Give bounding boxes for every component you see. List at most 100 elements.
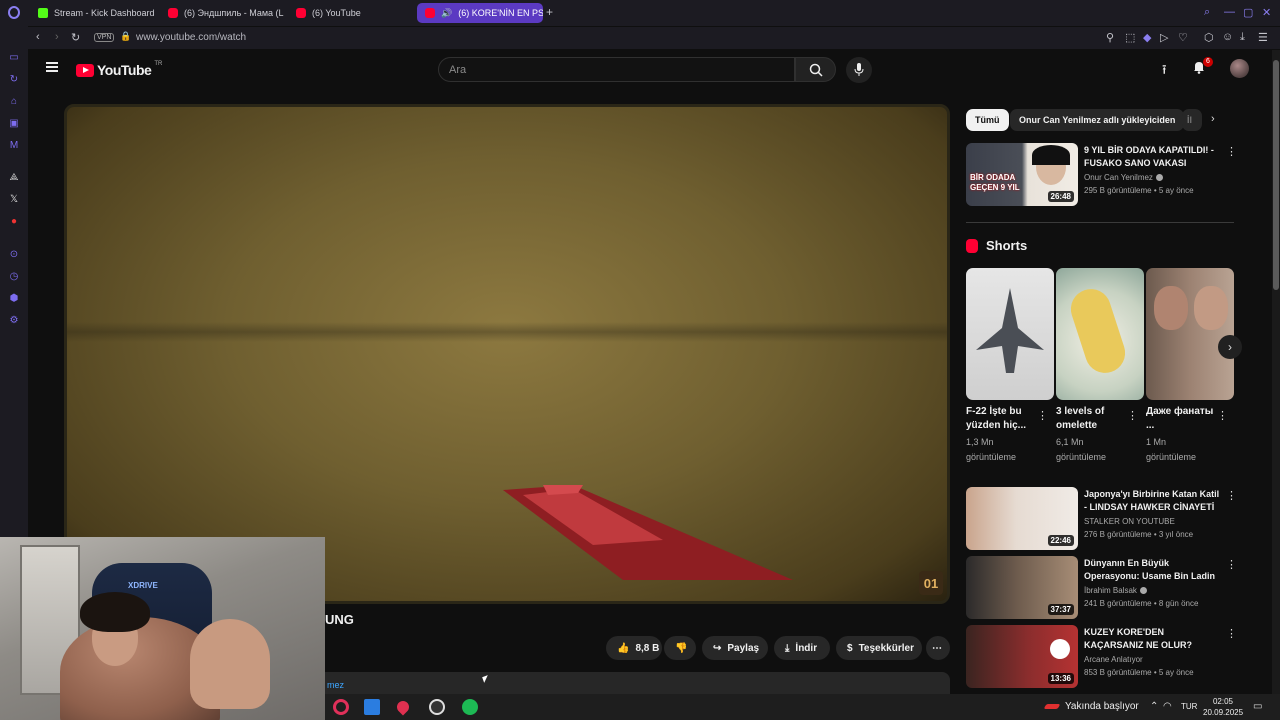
minimize-icon[interactable]: — xyxy=(1224,6,1235,18)
video-title[interactable]: KUZEY KORE'DEN KAÇARSANIZ NE OLUR? xyxy=(1084,626,1222,652)
bookmark-icon[interactable]: ⚲ xyxy=(1106,31,1114,44)
workspace-icon[interactable]: ⌂ xyxy=(8,96,20,108)
speaker-icon[interactable]: 🔊 xyxy=(441,8,452,19)
profile-icon[interactable]: ☺ xyxy=(1222,31,1233,43)
short-item[interactable]: F-22 İşte bu yüzden hiç... 1,3 Mn görünt… xyxy=(966,268,1054,465)
dislike-button[interactable]: 👎 xyxy=(664,636,696,660)
language-indicator[interactable]: TUR xyxy=(1181,702,1197,711)
list-item[interactable]: BİR ODADA GEÇEN 9 YIL 26:48 9 YIL BİR OD… xyxy=(966,143,1237,207)
tab-youtube-active[interactable]: 🔊 (6) KORE'NİN EN PSİK xyxy=(417,3,543,23)
short-title[interactable]: 3 levels of omelette xyxy=(1056,405,1130,433)
channel-name[interactable]: İbrahim Balsak xyxy=(1084,586,1147,595)
list-item[interactable]: 13:36 KUZEY KORE'DEN KAÇARSANIZ NE OLUR?… xyxy=(966,625,1237,689)
video-thumbnail[interactable]: BİR ODADA GEÇEN 9 YIL 26:48 xyxy=(966,143,1078,206)
player-icon[interactable]: ⊙ xyxy=(8,249,20,261)
thanks-button[interactable]: $ Teşekkürler xyxy=(836,636,922,660)
description-link[interactable]: mez xyxy=(327,680,344,690)
short-thumbnail[interactable] xyxy=(1056,268,1144,400)
clock[interactable]: 02:05 20.09.2025 xyxy=(1203,696,1243,718)
more-vert-icon[interactable]: ⋮ xyxy=(1217,409,1228,422)
video-thumbnail[interactable]: 22:46 xyxy=(966,487,1078,550)
history-icon[interactable]: ↻ xyxy=(8,74,20,86)
like-button[interactable]: 👍 8,8 B xyxy=(606,636,662,660)
url-field[interactable]: www.youtube.com/watch xyxy=(136,32,246,43)
channel-name[interactable]: Onur Can Yenilmez xyxy=(1084,173,1163,182)
short-thumbnail[interactable] xyxy=(966,268,1054,400)
download-icon[interactable]: ⤓ xyxy=(1240,31,1245,44)
video-title[interactable]: Dünyanın En Büyük Operasyonu: Usame Bin … xyxy=(1084,557,1222,583)
video-player[interactable]: 01 xyxy=(64,104,950,604)
heart-icon[interactable]: ♡ xyxy=(1178,31,1188,44)
reload-icon[interactable]: ↻ xyxy=(71,31,80,44)
tab-kick-dashboard[interactable]: Stream - Kick Dashboard xyxy=(30,3,158,23)
short-item[interactable]: Даже фанаты ... 1 Mn görüntüleme ⋮ xyxy=(1146,268,1234,465)
hamburger-menu-icon[interactable] xyxy=(46,62,58,72)
notifications-icon[interactable]: ▭ xyxy=(1253,701,1262,712)
more-actions-button[interactable]: ⋯ xyxy=(926,636,950,660)
spotify-taskbar-icon[interactable] xyxy=(462,699,478,715)
maximize-icon[interactable]: ▢ xyxy=(1243,6,1253,19)
channel-name[interactable]: STALKER ON YOUTUBE xyxy=(1084,517,1175,526)
chevron-right-icon[interactable]: › xyxy=(1218,335,1242,359)
new-tab-button[interactable]: + xyxy=(546,5,553,19)
video-title[interactable]: 9 YIL BİR ODAYA KAPATILDI! - FUSAKO SANO… xyxy=(1084,144,1222,170)
gauge-taskbar-icon[interactable] xyxy=(429,699,445,715)
tab-youtube-home[interactable]: (6) YouTube xyxy=(288,3,408,23)
play-icon[interactable]: ▷ xyxy=(1160,31,1168,44)
video-thumbnail[interactable]: 37:37 xyxy=(966,556,1078,619)
snapshot-icon[interactable]: ⬚ xyxy=(1125,31,1135,44)
chevron-right-icon[interactable]: › xyxy=(1211,113,1215,125)
cube-icon[interactable]: ⬢ xyxy=(8,293,20,305)
short-title[interactable]: F-22 İşte bu yüzden hiç... xyxy=(966,405,1040,433)
search-button[interactable] xyxy=(795,57,836,82)
chat-icon[interactable]: ▣ xyxy=(8,118,20,130)
search-input[interactable] xyxy=(439,58,794,81)
opera-icon[interactable] xyxy=(8,6,20,19)
short-item[interactable]: 3 levels of omelette 6,1 Mn görüntüleme … xyxy=(1056,268,1144,465)
video-thumbnail[interactable]: 13:36 xyxy=(966,625,1078,688)
video-title[interactable]: Japonya'yı Birbirine Katan Katil - LINDS… xyxy=(1084,488,1222,514)
weather-widget[interactable]: Yakında başlıyor xyxy=(1043,701,1139,712)
channel-name[interactable]: Arcane Anlatıyor xyxy=(1084,655,1143,664)
more-vert-icon[interactable]: ⋮ xyxy=(1226,489,1237,502)
forward-icon[interactable]: › xyxy=(55,31,59,43)
scrollbar-thumb[interactable] xyxy=(1273,60,1279,290)
upload-icon[interactable]: ⭱ xyxy=(1162,61,1167,83)
share-button[interactable]: ↪ Paylaş xyxy=(702,636,768,660)
avatar[interactable] xyxy=(1230,59,1249,78)
more-vert-icon[interactable]: ⋮ xyxy=(1226,145,1237,158)
more-vert-icon[interactable]: ⋮ xyxy=(1226,558,1237,571)
red-app-icon[interactable]: ● xyxy=(8,216,20,228)
voice-search-button[interactable] xyxy=(846,57,872,83)
search-tabs-icon[interactable]: ⌕ xyxy=(1204,6,1210,19)
wifi-icon[interactable]: ◠ xyxy=(1163,701,1172,712)
clock-icon[interactable]: ◷ xyxy=(8,271,20,283)
menu-icon[interactable]: ☰ xyxy=(1258,31,1268,44)
page-scrollbar[interactable] xyxy=(1272,50,1280,694)
download-button[interactable]: ⤓ İndir xyxy=(774,636,830,660)
maps-taskbar-icon[interactable] xyxy=(394,698,412,716)
chip-uploader[interactable]: Onur Can Yenilmez adlı yükleyiciden xyxy=(1010,109,1185,131)
youtube-logo[interactable]: YouTube TR xyxy=(76,61,162,78)
description-box[interactable] xyxy=(318,672,950,694)
short-title[interactable]: Даже фанаты ... xyxy=(1146,405,1220,433)
kick-sidebar-icon[interactable]: ⟁ xyxy=(8,172,20,184)
extensions-icon[interactable]: ⬡ xyxy=(1204,31,1214,44)
more-vert-icon[interactable]: ⋮ xyxy=(1127,409,1138,422)
chip-all[interactable]: Tümü xyxy=(966,109,1009,131)
more-vert-icon[interactable]: ⋮ xyxy=(1037,409,1048,422)
list-item[interactable]: 22:46 Japonya'yı Birbirine Katan Katil -… xyxy=(966,487,1237,551)
explorer-taskbar-icon[interactable] xyxy=(364,699,380,715)
settings-icon[interactable]: ⚙ xyxy=(8,315,20,327)
tab-youtube-music[interactable]: (6) Эндшпиль - Мама (L xyxy=(160,3,284,23)
short-thumbnail[interactable] xyxy=(1146,268,1234,400)
chip-related[interactable]: İl xyxy=(1182,109,1202,131)
vpn-badge[interactable]: VPN xyxy=(94,33,115,42)
channel-watermark[interactable]: 01 xyxy=(919,571,943,595)
messenger-icon[interactable]: ▭ xyxy=(8,52,20,64)
list-item[interactable]: 37:37 Dünyanın En Büyük Operasyonu: Usam… xyxy=(966,556,1237,620)
more-vert-icon[interactable]: ⋮ xyxy=(1226,627,1237,640)
chevron-up-icon[interactable]: ⌃ xyxy=(1150,701,1158,712)
mail-icon[interactable]: M xyxy=(8,140,20,152)
opera-gx-taskbar-icon[interactable] xyxy=(333,699,349,715)
